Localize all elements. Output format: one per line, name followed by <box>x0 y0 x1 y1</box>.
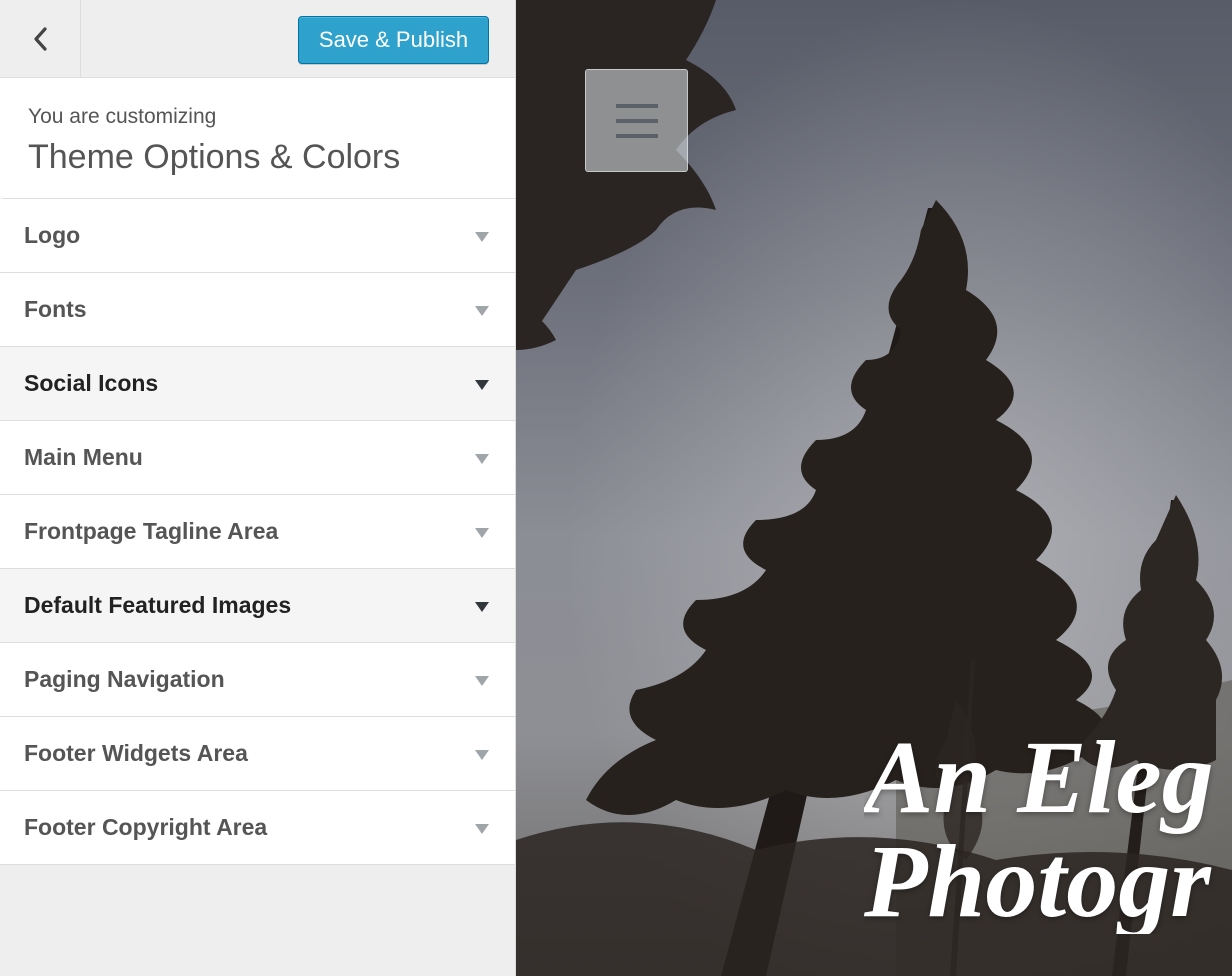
section-main-menu[interactable]: Main Menu <box>0 421 515 495</box>
section-default-featured-images[interactable]: Default Featured Images <box>0 569 515 643</box>
section-fonts[interactable]: Fonts <box>0 273 515 347</box>
section-social-icons[interactable]: Social Icons <box>0 347 515 421</box>
back-button[interactable] <box>0 0 81 77</box>
hero-title-line-2: Photogr <box>864 824 1211 934</box>
caret-down-icon <box>475 380 489 390</box>
section-paging-navigation[interactable]: Paging Navigation <box>0 643 515 717</box>
save-publish-button[interactable]: Save & Publish <box>298 16 489 64</box>
section-label: Default Featured Images <box>24 592 292 618</box>
customizing-info: You are customizing Theme Options & Colo… <box>0 78 515 199</box>
section-logo[interactable]: Logo <box>0 199 515 273</box>
caret-down-icon <box>475 306 489 316</box>
caret-down-icon <box>475 750 489 760</box>
section-label: Fonts <box>24 296 87 322</box>
section-label: Frontpage Tagline Area <box>24 518 279 544</box>
site-preview[interactable]: An Eleg Photogr <box>516 0 1232 976</box>
hero-title-line-1: An Eleg <box>864 726 1214 835</box>
caret-down-icon <box>475 824 489 834</box>
panel-title: Theme Options & Colors <box>28 138 401 176</box>
menu-toggle-button[interactable] <box>585 69 688 172</box>
section-label: Main Menu <box>24 444 143 470</box>
chevron-left-icon <box>34 26 47 51</box>
hamburger-menu-icon <box>615 103 658 138</box>
section-label: Logo <box>24 222 81 248</box>
customizer-header: Save & Publish <box>0 0 515 78</box>
section-footer-widgets-area[interactable]: Footer Widgets Area <box>0 717 515 791</box>
section-footer-copyright-area[interactable]: Footer Copyright Area <box>0 791 515 865</box>
customizer-sidebar: Save & Publish You are customizing Theme… <box>0 0 516 976</box>
section-label: Paging Navigation <box>24 666 225 692</box>
caret-down-icon <box>475 232 489 242</box>
caret-down-icon <box>475 602 489 612</box>
section-label: Social Icons <box>24 370 159 396</box>
section-frontpage-tagline-area[interactable]: Frontpage Tagline Area <box>0 495 515 569</box>
customizing-label: You are customizing <box>28 105 217 128</box>
section-label: Footer Copyright Area <box>24 814 268 840</box>
caret-down-icon <box>475 454 489 464</box>
hero-title: An Eleg Photogr <box>864 726 1232 934</box>
caret-down-icon <box>475 676 489 686</box>
section-list: Logo Fonts Social Icons Main Menu Frontp… <box>0 199 515 865</box>
caret-down-icon <box>475 528 489 538</box>
section-label: Footer Widgets Area <box>24 740 248 766</box>
